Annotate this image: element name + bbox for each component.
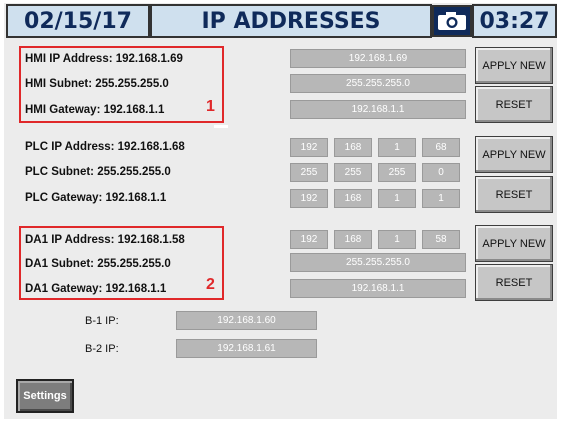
b1-ip-field[interactable]: 192.168.1.60 — [176, 311, 317, 330]
settings-button[interactable]: Settings — [16, 379, 74, 413]
da1-ip-octet-3[interactable]: 1 — [378, 230, 416, 249]
cursor-marker — [214, 125, 228, 128]
camera-icon[interactable] — [432, 5, 472, 37]
hmi-ip-field[interactable]: 192.168.1.69 — [290, 49, 466, 68]
plc-subnet-octet-4[interactable]: 0 — [422, 163, 460, 182]
plc-subnet-octet-3[interactable]: 255 — [378, 163, 416, 182]
da1-gateway-field[interactable]: 192.168.1.1 — [290, 279, 466, 298]
da1-reset-button[interactable]: RESET — [475, 264, 553, 301]
hmi-apply-new-button[interactable]: APPLY NEW — [475, 47, 553, 84]
page-title: IP ADDRESSES — [150, 4, 432, 38]
plc-gateway-label: PLC Gateway: 192.168.1.1 — [25, 192, 167, 204]
annotation-box-2 — [19, 226, 224, 300]
plc-gateway-octet-4[interactable]: 1 — [422, 189, 460, 208]
time-display: 03:27 — [472, 4, 557, 38]
plc-gateway-octet-3[interactable]: 1 — [378, 189, 416, 208]
camera-icon-graphic — [438, 12, 466, 30]
hmi-gateway-field[interactable]: 192.168.1.1 — [290, 100, 466, 119]
plc-subnet-octet-1[interactable]: 255 — [290, 163, 328, 182]
b1-ip-label: B-1 IP: — [85, 315, 119, 327]
b2-ip-label: B-2 IP: — [85, 343, 119, 355]
hmi-subnet-field[interactable]: 255.255.255.0 — [290, 74, 466, 93]
da1-ip-octet-1[interactable]: 192 — [290, 230, 328, 249]
da1-ip-octet-2[interactable]: 168 — [334, 230, 372, 249]
da1-subnet-field[interactable]: 255.255.255.0 — [290, 253, 466, 272]
annotation-number-1: 1 — [206, 98, 215, 115]
annotation-box-1 — [19, 46, 224, 123]
plc-reset-button[interactable]: RESET — [475, 176, 553, 213]
date-display: 02/15/17 — [6, 4, 150, 38]
plc-subnet-octet-2[interactable]: 255 — [334, 163, 372, 182]
plc-ip-octet-3[interactable]: 1 — [378, 138, 416, 157]
plc-ip-label: PLC IP Address: 192.168.1.68 — [25, 141, 185, 153]
da1-apply-new-button[interactable]: APPLY NEW — [475, 225, 553, 262]
hmi-reset-button[interactable]: RESET — [475, 86, 553, 123]
da1-ip-octet-4[interactable]: 58 — [422, 230, 460, 249]
plc-ip-octet-1[interactable]: 192 — [290, 138, 328, 157]
plc-gateway-octet-1[interactable]: 192 — [290, 189, 328, 208]
plc-subnet-label: PLC Subnet: 255.255.255.0 — [25, 166, 171, 178]
annotation-number-2: 2 — [206, 276, 215, 293]
plc-ip-octet-4[interactable]: 68 — [422, 138, 460, 157]
plc-apply-new-button[interactable]: APPLY NEW — [475, 136, 553, 173]
b2-ip-field[interactable]: 192.168.1.61 — [176, 339, 317, 358]
plc-ip-octet-2[interactable]: 168 — [334, 138, 372, 157]
plc-gateway-octet-2[interactable]: 168 — [334, 189, 372, 208]
